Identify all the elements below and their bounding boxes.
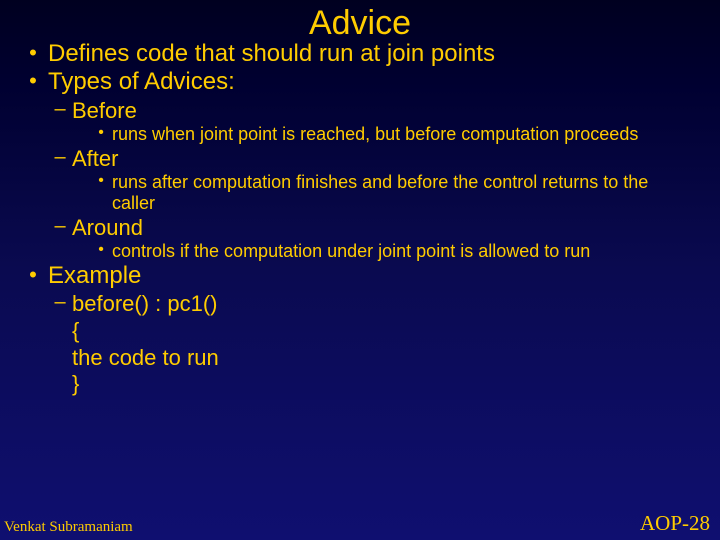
code-line-text: } [72,371,720,398]
bullet-dot-icon: • [18,68,48,94]
footer-author: Venkat Subramaniam [4,519,133,536]
dash-icon: – [48,214,72,239]
code-line-text: before() : pc1() [72,290,218,318]
bullet-text: runs when joint point is reached, but be… [112,124,668,145]
dash-icon: – [48,290,72,315]
bullet-level2: – Before [48,97,720,125]
bullet-text: controls if the computation under joint … [112,241,620,262]
bullet-dot-icon: • [90,172,112,190]
bullet-text: After [72,145,118,173]
bullet-level2: – Around [48,214,720,242]
bullet-level2: – before() : pc1() [48,290,720,318]
bullet-level3: • runs when joint point is reached, but … [90,124,720,145]
dash-icon: – [48,145,72,170]
bullet-dot-icon: • [90,124,112,142]
footer-page-number: AOP-28 [640,511,710,536]
code-line-text: the code to run [72,345,720,372]
bullet-text: Defines code that should run at join poi… [48,40,495,68]
bullet-level3: • runs after computation finishes and be… [90,172,720,213]
bullet-dot-icon: • [90,241,112,259]
slide-body: • Defines code that should run at join p… [0,40,720,398]
bullet-level1: • Example [18,262,720,290]
bullet-text: Around [72,214,143,242]
bullet-level3: • controls if the computation under join… [90,241,720,262]
bullet-level1: • Defines code that should run at join p… [18,40,720,68]
bullet-dot-icon: • [18,40,48,66]
bullet-level1: • Types of Advices: [18,68,720,96]
bullet-text: runs after computation finishes and befo… [112,172,720,213]
dash-icon: – [48,97,72,122]
bullet-text: Types of Advices: [48,68,235,96]
bullet-level2: – After [48,145,720,173]
code-line-text: { [72,318,720,345]
slide-title: Advice [0,4,720,43]
bullet-text: Example [48,262,141,290]
bullet-dot-icon: • [18,262,48,288]
bullet-text: Before [72,97,137,125]
